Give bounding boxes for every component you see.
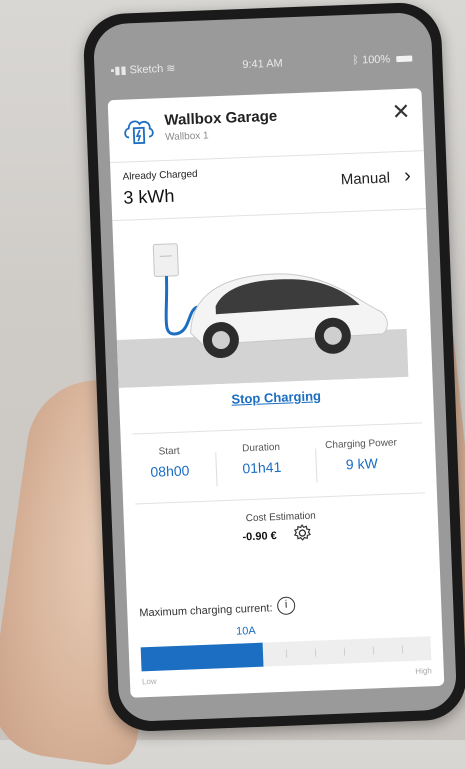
slider-tick bbox=[344, 648, 345, 656]
already-charged-label: Already Charged bbox=[122, 169, 197, 183]
wallbox-card: Wallbox Garage Wallbox 1 ✕ Already Charg… bbox=[108, 88, 445, 698]
stat-start-value: 08h00 bbox=[130, 462, 211, 481]
stats-top-divider bbox=[132, 422, 422, 434]
slider-tick bbox=[286, 650, 287, 658]
cost-estimation-label: Cost Estimation bbox=[124, 506, 438, 529]
battery-icon bbox=[396, 56, 412, 63]
stat-start: Start 08h00 bbox=[129, 445, 210, 481]
status-time: 9:41 AM bbox=[242, 57, 283, 71]
card-header: Wallbox Garage Wallbox 1 ✕ bbox=[108, 88, 424, 160]
page-title: Wallbox Garage bbox=[164, 108, 277, 129]
signal-icon: ▪▮▮ bbox=[110, 64, 126, 77]
phone-frame: ▪▮▮ Sketch ≋ 9:41 AM ᛒ 100% Wallbox Gara… bbox=[82, 1, 465, 732]
already-charged-value: 3 kWh bbox=[123, 186, 175, 209]
gear-icon[interactable] bbox=[292, 523, 313, 544]
current-slider[interactable] bbox=[141, 636, 432, 671]
car-charging-illustration bbox=[113, 217, 409, 388]
close-icon[interactable]: ✕ bbox=[391, 99, 410, 126]
stat-charging-power: Charging Power 9 kW bbox=[317, 437, 406, 473]
status-bar: ▪▮▮ Sketch ≋ 9:41 AM ᛒ 100% bbox=[93, 12, 433, 95]
current-slider-fill bbox=[141, 643, 264, 672]
stat-charging-power-value: 9 kW bbox=[318, 454, 407, 473]
slider-tick bbox=[373, 646, 374, 654]
slider-tick bbox=[315, 649, 316, 657]
stat-duration-label: Duration bbox=[221, 441, 301, 455]
slider-low-label: Low bbox=[142, 677, 157, 687]
slider-high-label: High bbox=[415, 666, 432, 676]
slider-tick bbox=[402, 645, 403, 653]
current-slider-value: 10A bbox=[236, 625, 256, 638]
wifi-icon: ≋ bbox=[166, 63, 176, 75]
max-current-label: Maximum charging current: bbox=[139, 602, 273, 619]
stat-duration: Duration 01h41 bbox=[221, 441, 302, 477]
stop-charging-link[interactable]: Stop Charging bbox=[119, 384, 433, 411]
stat-start-label: Start bbox=[129, 445, 209, 459]
carrier-label: ▪▮▮ Sketch ≋ bbox=[110, 62, 175, 77]
charging-mode-selector[interactable]: Manual › bbox=[340, 165, 411, 191]
bluetooth-icon: ᛒ bbox=[352, 55, 359, 67]
phone-screen: ▪▮▮ Sketch ≋ 9:41 AM ᛒ 100% Wallbox Gara… bbox=[93, 12, 458, 722]
cost-estimation-value: -0.90 € bbox=[242, 530, 277, 543]
info-icon[interactable]: i bbox=[277, 596, 296, 615]
stat-duration-value: 01h41 bbox=[222, 458, 303, 477]
charging-mode-label: Manual bbox=[340, 169, 390, 188]
page-subtitle: Wallbox 1 bbox=[165, 130, 209, 143]
wallbox-charger-icon bbox=[122, 114, 155, 145]
chevron-right-icon: › bbox=[404, 165, 412, 187]
charging-stats: Start 08h00 Duration 01h41 Charging Powe… bbox=[129, 436, 429, 497]
stat-separator bbox=[215, 452, 217, 486]
stat-charging-power-label: Charging Power bbox=[317, 437, 405, 451]
battery-status: ᛒ 100% bbox=[352, 53, 412, 67]
